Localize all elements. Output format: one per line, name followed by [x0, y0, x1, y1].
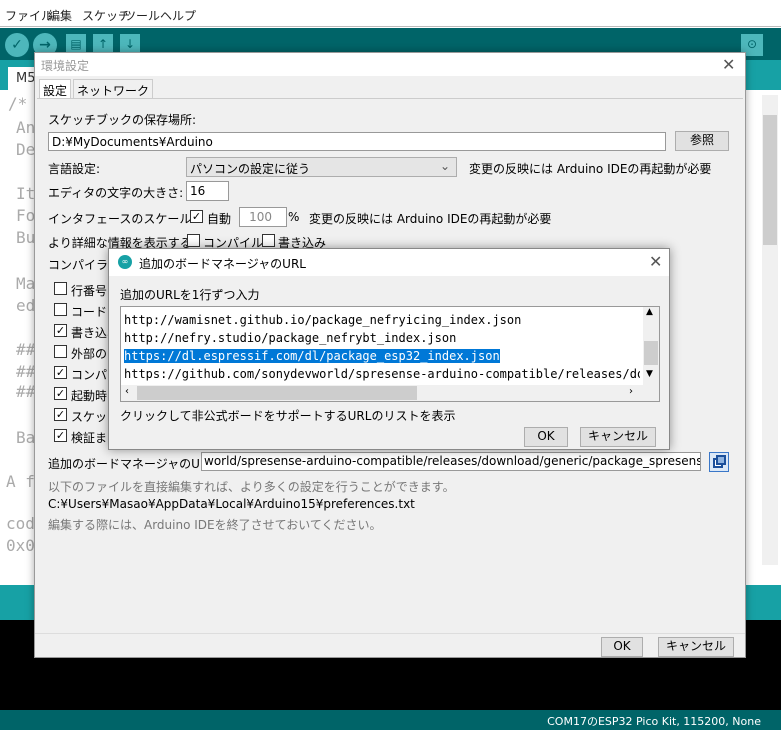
code-line: Ba — [16, 428, 36, 447]
dialog-titlebar: ∞ 追加のボードマネージャのURL ✕ — [109, 249, 669, 276]
option-checkbox[interactable] — [54, 345, 67, 358]
code-line: It — [16, 184, 36, 203]
menu-edit[interactable]: 編集 — [48, 7, 72, 24]
menu-file[interactable]: ファイル — [5, 7, 53, 24]
unofficial-boards-link[interactable]: クリックして非公式ボードをサポートするURLのリストを表示 — [120, 407, 455, 424]
font-size-input[interactable]: 16 — [186, 181, 229, 201]
open-url-editor-icon[interactable] — [709, 452, 729, 472]
language-value: パソコンの設定に従う — [190, 162, 311, 176]
board-urls-label: 追加のボードマネージャのURL: — [48, 457, 220, 471]
scale-label: インタフェースのスケール: — [48, 212, 196, 226]
scale-value: 100 — [249, 210, 272, 224]
scale-unit: % — [288, 210, 300, 224]
url-line: http://wamisnet.github.io/package_nefryi… — [124, 313, 522, 327]
language-label: 言語設定: — [48, 162, 101, 176]
code-line: A f — [6, 472, 35, 491]
option-checkbox[interactable]: ✓ — [54, 324, 67, 337]
close-icon[interactable]: ✕ — [649, 252, 662, 271]
option-checkbox[interactable]: ✓ — [54, 387, 67, 400]
code-line: Ma — [16, 274, 36, 293]
status-bar: COM17のESP32 Pico Kit, 115200, None — [0, 710, 781, 730]
sketchbook-path-input[interactable]: D:¥MyDocuments¥Arduino — [48, 132, 666, 151]
font-size-label: エディタの文字の大きさ: — [48, 186, 184, 200]
code-line: ## — [16, 340, 36, 359]
menu-tools[interactable]: ツール — [124, 7, 160, 24]
option-checkbox[interactable] — [54, 303, 67, 316]
code-line: An — [16, 118, 36, 137]
edit-note: 以下のファイルを直接編集すれば、より多くの設定を行うことができます。 — [48, 480, 455, 494]
url-line-selected: https://dl.espressif.com/dl/package_esp3… — [124, 349, 500, 363]
sketch-tab[interactable]: M5 — [8, 67, 36, 90]
scale-spinner[interactable]: 100 — [239, 207, 287, 227]
dialog-title: 追加のボードマネージャのURL — [139, 257, 306, 271]
menu-bar: ファイル 編集 スケッチ ツール ヘルプ — [0, 0, 781, 27]
verbose-upload-checkbox[interactable] — [262, 234, 275, 247]
ok-button[interactable]: OK — [524, 427, 568, 447]
code-line: cod — [6, 514, 35, 533]
verbose-compile-checkbox[interactable] — [187, 234, 200, 247]
browse-button[interactable]: 参照 — [675, 131, 729, 151]
editor-scrollbar[interactable] — [762, 95, 778, 565]
board-urls-input[interactable]: world/spresense-arduino-compatible/relea… — [201, 452, 701, 471]
option-checkbox[interactable]: ✓ — [54, 429, 67, 442]
url-instruction: 追加のURLを1行ずつ入力 — [120, 288, 260, 302]
code-line: De — [16, 140, 36, 159]
url-line: http://nefry.studio/package_nefrybt_inde… — [124, 331, 457, 345]
chevron-down-icon: ⌄ — [439, 159, 450, 173]
code-line: Fo — [16, 206, 36, 225]
code-line: 0x0 — [6, 536, 35, 555]
arduino-logo-icon: ∞ — [118, 255, 132, 269]
cancel-button[interactable]: キャンセル — [580, 427, 656, 447]
preferences-path: C:¥Users¥Masao¥AppData¥Local¥Arduino15¥p… — [48, 497, 415, 511]
restart-note: 変更の反映には Arduino IDEの再起動が必要 — [469, 162, 712, 176]
scale-auto-checkbox[interactable]: ✓ — [190, 210, 203, 223]
language-select[interactable]: パソコンの設定に従う ⌄ — [186, 157, 457, 177]
option-checkbox[interactable]: ✓ — [54, 408, 67, 421]
dialog-title: 環境設定 — [35, 53, 745, 76]
code-line: ed — [16, 296, 36, 315]
verify-icon[interactable]: ✓ — [5, 33, 29, 57]
vertical-scrollbar[interactable]: ▲ ▼ — [643, 307, 659, 385]
board-urls-dialog: ∞ 追加のボードマネージャのURL ✕ 追加のURLを1行ずつ入力 http:/… — [108, 248, 670, 450]
new-file-icon[interactable]: ▤ — [66, 34, 86, 54]
cancel-button[interactable]: キャンセル — [658, 637, 734, 657]
scale-auto-label: 自動 — [207, 212, 232, 226]
url-line: https://github.com/sonydevworld/spresens… — [124, 367, 640, 381]
menu-sketch[interactable]: スケッチ — [82, 7, 130, 24]
menu-help[interactable]: ヘルプ — [160, 7, 196, 24]
open-icon[interactable]: ↑ — [93, 34, 113, 54]
close-ide-note: 編集する際には、Arduino IDEを終了させておいてください。 — [48, 518, 382, 532]
code-line: ## — [16, 362, 36, 381]
tab-network[interactable]: ネットワーク — [73, 79, 154, 98]
horizontal-scrollbar[interactable]: ‹ › — [121, 385, 659, 401]
tab-settings[interactable]: 設定 — [39, 79, 72, 98]
save-icon[interactable]: ↓ — [120, 34, 140, 54]
code-line: ## — [16, 382, 36, 401]
url-textarea[interactable]: http://wamisnet.github.io/package_nefryi… — [120, 306, 660, 402]
code-line: Bu — [16, 228, 36, 247]
option-checkbox[interactable] — [54, 282, 67, 295]
option-label: 起動時( — [71, 389, 112, 403]
ok-button[interactable]: OK — [601, 637, 643, 657]
scale-restart-note: 変更の反映には Arduino IDEの再起動が必要 — [309, 212, 552, 226]
close-icon[interactable]: ✕ — [722, 55, 735, 74]
sketchbook-label: スケッチブックの保存場所: — [48, 113, 197, 127]
option-checkbox[interactable]: ✓ — [54, 366, 67, 379]
code-line: /* — [8, 94, 28, 113]
